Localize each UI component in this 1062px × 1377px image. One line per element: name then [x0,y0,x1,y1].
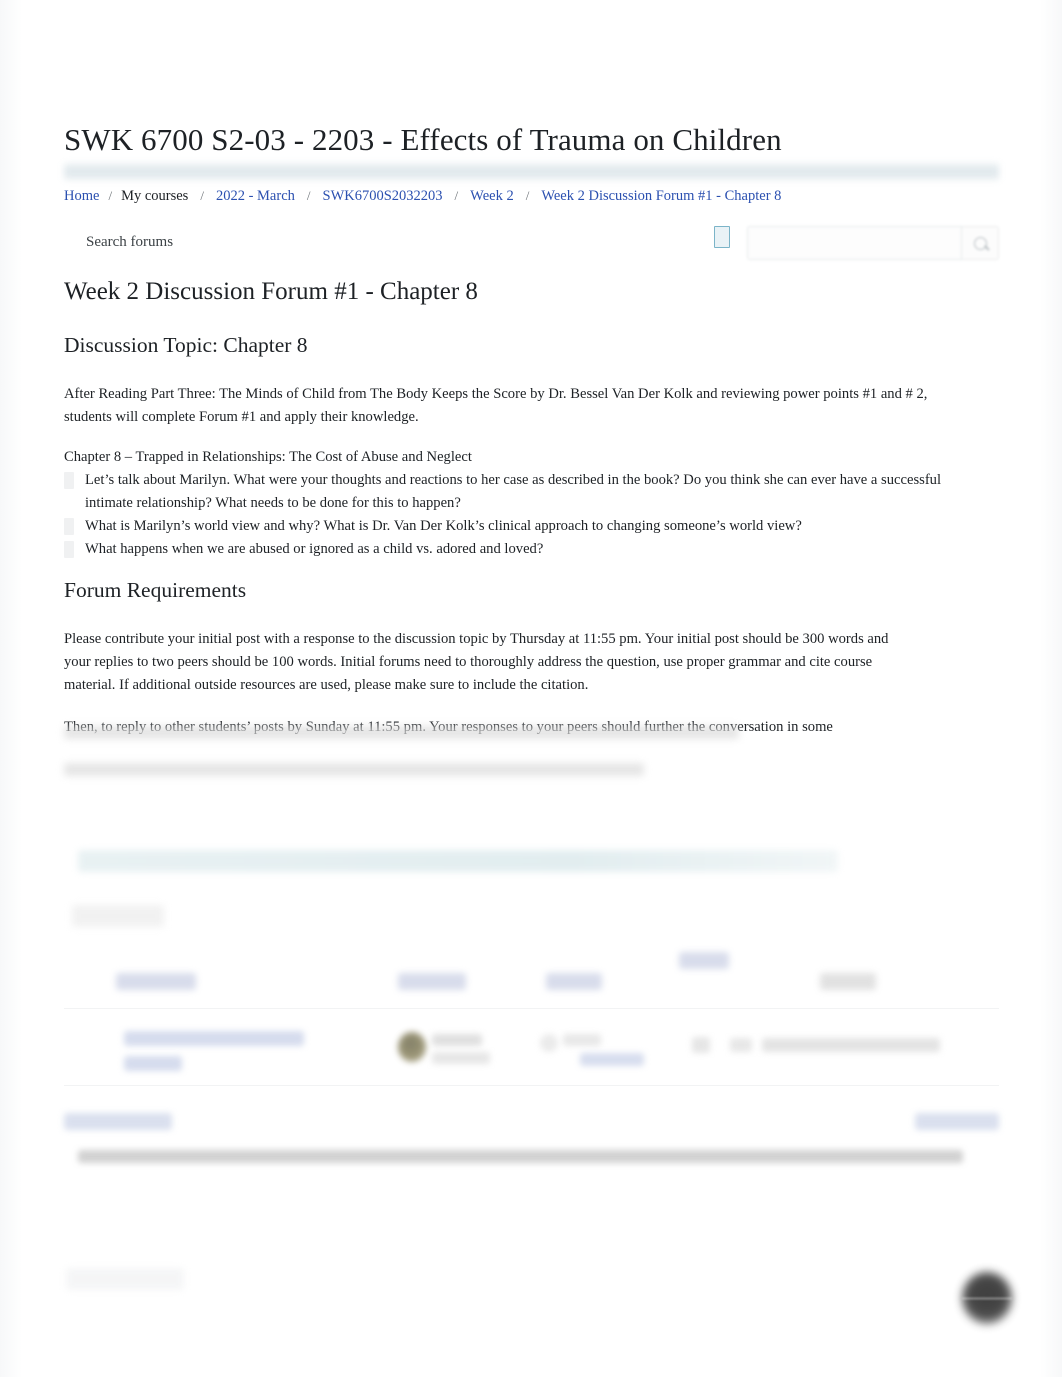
forum-page: SWK 6700 S2-03 - 2203 - Effects of Traum… [0,0,1062,1377]
table-header-replies[interactable] [679,952,729,969]
list-item-text: What is Marilyn’s world view and why? Wh… [85,518,802,534]
bottom-progress-bar [78,1150,963,1163]
bullet-icon [64,518,74,535]
activity-notice-bar [78,850,838,872]
list-item: Let’s talk about Marilyn. What were your… [64,469,964,515]
table-divider [64,1085,999,1086]
intro-paragraph: After Reading Part Three: The Minds of C… [64,385,928,425]
obscured-text-line [64,726,739,739]
breadcrumb-item-current[interactable]: Week 2 Discussion Forum #1 - Chapter 8 [541,186,781,206]
last-post-author [563,1034,601,1046]
page-edge-right [1040,0,1062,1377]
discussion-topic-heading: Discussion Topic: Chapter 8 [64,333,308,357]
started-by-name[interactable] [432,1034,482,1046]
breadcrumb-separator: / [306,188,311,203]
breadcrumb-item-my-courses[interactable]: My courses [121,186,188,206]
breadcrumb-item-2022-march[interactable]: 2022 - March [216,186,295,206]
gear-icon[interactable] [714,226,730,248]
subscribe-toggle[interactable] [730,1038,752,1052]
search-input[interactable] [747,226,962,260]
obscured-text-line [64,763,644,776]
requirements-paragraph-1: Please contribute your initial post with… [64,630,889,693]
list-item-text: Let’s talk about Marilyn. What were your… [85,472,942,511]
subscribe-label [762,1038,940,1052]
avatar[interactable] [398,1032,426,1062]
bullet-icon [64,541,74,558]
table-divider [64,1008,999,1009]
search-forums-form [747,222,999,268]
table-header-subscribe [820,973,876,990]
replies-count [692,1037,710,1053]
page-edge-left [0,0,22,1377]
breadcrumb-item-home[interactable]: Home [64,186,99,206]
breadcrumb-separator: / [108,188,113,203]
discussion-question-list: Let’s talk about Marilyn. What were your… [64,469,964,561]
activity-notice-badge[interactable] [72,905,164,927]
next-activity-link[interactable] [915,1113,999,1130]
fab-divider [962,1298,1012,1299]
forum-requirements-heading: Forum Requirements [64,578,247,602]
page-title: Week 2 Discussion Forum #1 - Chapter 8 [64,278,478,305]
bullet-icon [64,472,74,489]
navbar-band [64,163,999,180]
forum-toolbar [64,218,999,274]
breadcrumb-item-week-2[interactable]: Week 2 [470,186,514,206]
breadcrumb-separator: / [454,188,459,203]
list-item: What is Marilyn’s world view and why? Wh… [64,515,964,538]
search-input-placeholder: Search forums [86,234,174,250]
table-header-last-post[interactable] [546,973,602,990]
search-icon [974,237,987,250]
list-item: What happens when we are abused or ignor… [64,538,964,561]
last-post-link[interactable] [580,1053,644,1066]
chapter-line: Chapter 8 – Trapped in Relationships: Th… [64,448,472,465]
last-post-avatar [540,1034,558,1052]
footer-link[interactable] [66,1268,184,1290]
list-item-text: What happens when we are abused or ignor… [85,541,544,557]
discussion-title-link[interactable] [124,1031,304,1046]
table-header-started-by[interactable] [398,973,466,990]
course-title: SWK 6700 S2-03 - 2203 - Effects of Traum… [64,122,782,157]
table-header-discussion[interactable] [116,973,196,990]
previous-activity-link[interactable] [64,1113,172,1130]
breadcrumb: Home / My courses / 2022 - March / SWK67… [64,186,781,206]
breadcrumb-separator: / [200,188,204,203]
discussion-title-link-line2[interactable] [124,1056,182,1071]
search-submit-button[interactable] [962,226,999,260]
breadcrumb-item-course-code[interactable]: SWK6700S2032203 [323,186,443,206]
breadcrumb-separator: / [525,188,530,203]
started-by-date [432,1052,490,1064]
